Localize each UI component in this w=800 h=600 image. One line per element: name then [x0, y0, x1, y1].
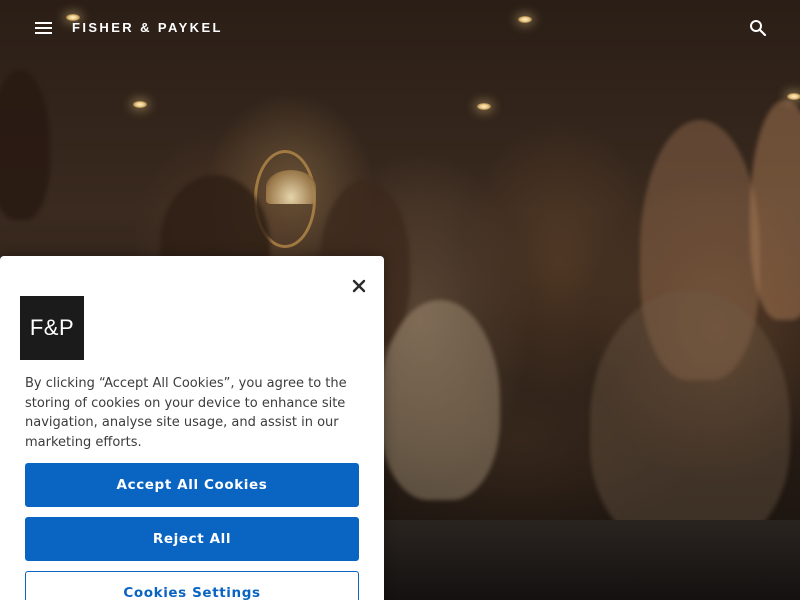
person-silhouette: [590, 290, 790, 550]
brand-badge-text: F&P: [29, 315, 75, 340]
person-silhouette: [380, 300, 500, 500]
brand-badge: F&P: [20, 296, 84, 360]
person-silhouette: [0, 70, 50, 220]
cookie-consent-dialog: F&P By clicking “Accept All Cookies”, yo…: [0, 256, 384, 600]
pendant-lamp-shade: [266, 170, 316, 204]
site-header: FISHER & PAYKEL: [0, 0, 800, 56]
search-icon[interactable]: [748, 18, 768, 38]
kitchen-counter: [380, 520, 800, 600]
brand-logo[interactable]: FISHER & PAYKEL: [72, 20, 223, 35]
ceiling-light: [133, 101, 147, 108]
ceiling-light: [477, 103, 491, 110]
page: FISHER & PAYKEL F&P By clicking “Accept …: [0, 0, 800, 600]
accept-all-cookies-button[interactable]: Accept All Cookies: [25, 463, 359, 507]
ceiling-light: [787, 93, 800, 100]
person-silhouette: [750, 100, 800, 320]
hamburger-menu-icon[interactable]: [34, 20, 54, 36]
cookies-settings-button[interactable]: Cookies Settings: [25, 571, 359, 600]
close-icon[interactable]: [349, 276, 369, 296]
reject-all-button[interactable]: Reject All: [25, 517, 359, 561]
cookie-policy-text: By clicking “Accept All Cookies”, you ag…: [25, 376, 347, 450]
